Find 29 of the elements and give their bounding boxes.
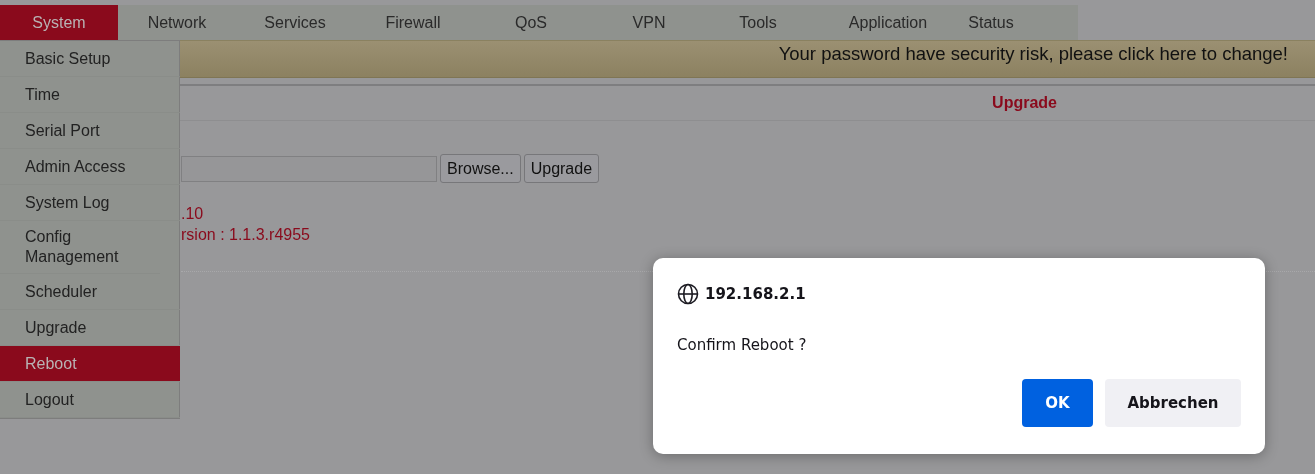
- nav-tab[interactable]: VPN: [590, 5, 708, 40]
- upgrade-button[interactable]: Upgrade: [523, 154, 600, 183]
- version-text: .10: [181, 204, 205, 224]
- globe-icon: [677, 283, 699, 305]
- nav-tab[interactable]: Application: [808, 5, 968, 40]
- nav-tab[interactable]: System: [0, 5, 118, 40]
- menu-item[interactable]: Time: [0, 77, 180, 113]
- cancel-button[interactable]: Abbrechen: [1105, 379, 1241, 427]
- dialog-origin: 192.168.2.1: [705, 285, 806, 303]
- menu-item[interactable]: Logout: [0, 382, 180, 418]
- nav-tab[interactable]: Status: [968, 5, 1014, 40]
- menu-item[interactable]: Serial Port: [0, 113, 180, 149]
- browse-button[interactable]: Browse...: [440, 154, 521, 183]
- ok-button[interactable]: OK: [1022, 379, 1093, 427]
- nav-tab[interactable]: QoS: [472, 5, 590, 40]
- menu-item[interactable]: Admin Access: [0, 149, 180, 185]
- nav-tab[interactable]: Network: [118, 5, 236, 40]
- menu-item[interactable]: System Log: [0, 185, 180, 221]
- dialog-message: Confirm Reboot ?: [677, 336, 808, 354]
- menu-item[interactable]: Reboot: [0, 346, 180, 382]
- version-text: rsion : 1.1.3.r4955: [181, 225, 311, 245]
- nav-tab[interactable]: Tools: [708, 5, 808, 40]
- menu-item[interactable]: Scheduler: [0, 274, 180, 310]
- menu-item[interactable]: Config Management: [0, 221, 160, 274]
- file-field[interactable]: [181, 155, 437, 182]
- menu-item[interactable]: Basic Setup: [0, 41, 180, 77]
- section-title: Upgrade: [992, 94, 1057, 112]
- nav-tab[interactable]: Services: [236, 5, 354, 40]
- nav-tab[interactable]: Firewall: [354, 5, 472, 40]
